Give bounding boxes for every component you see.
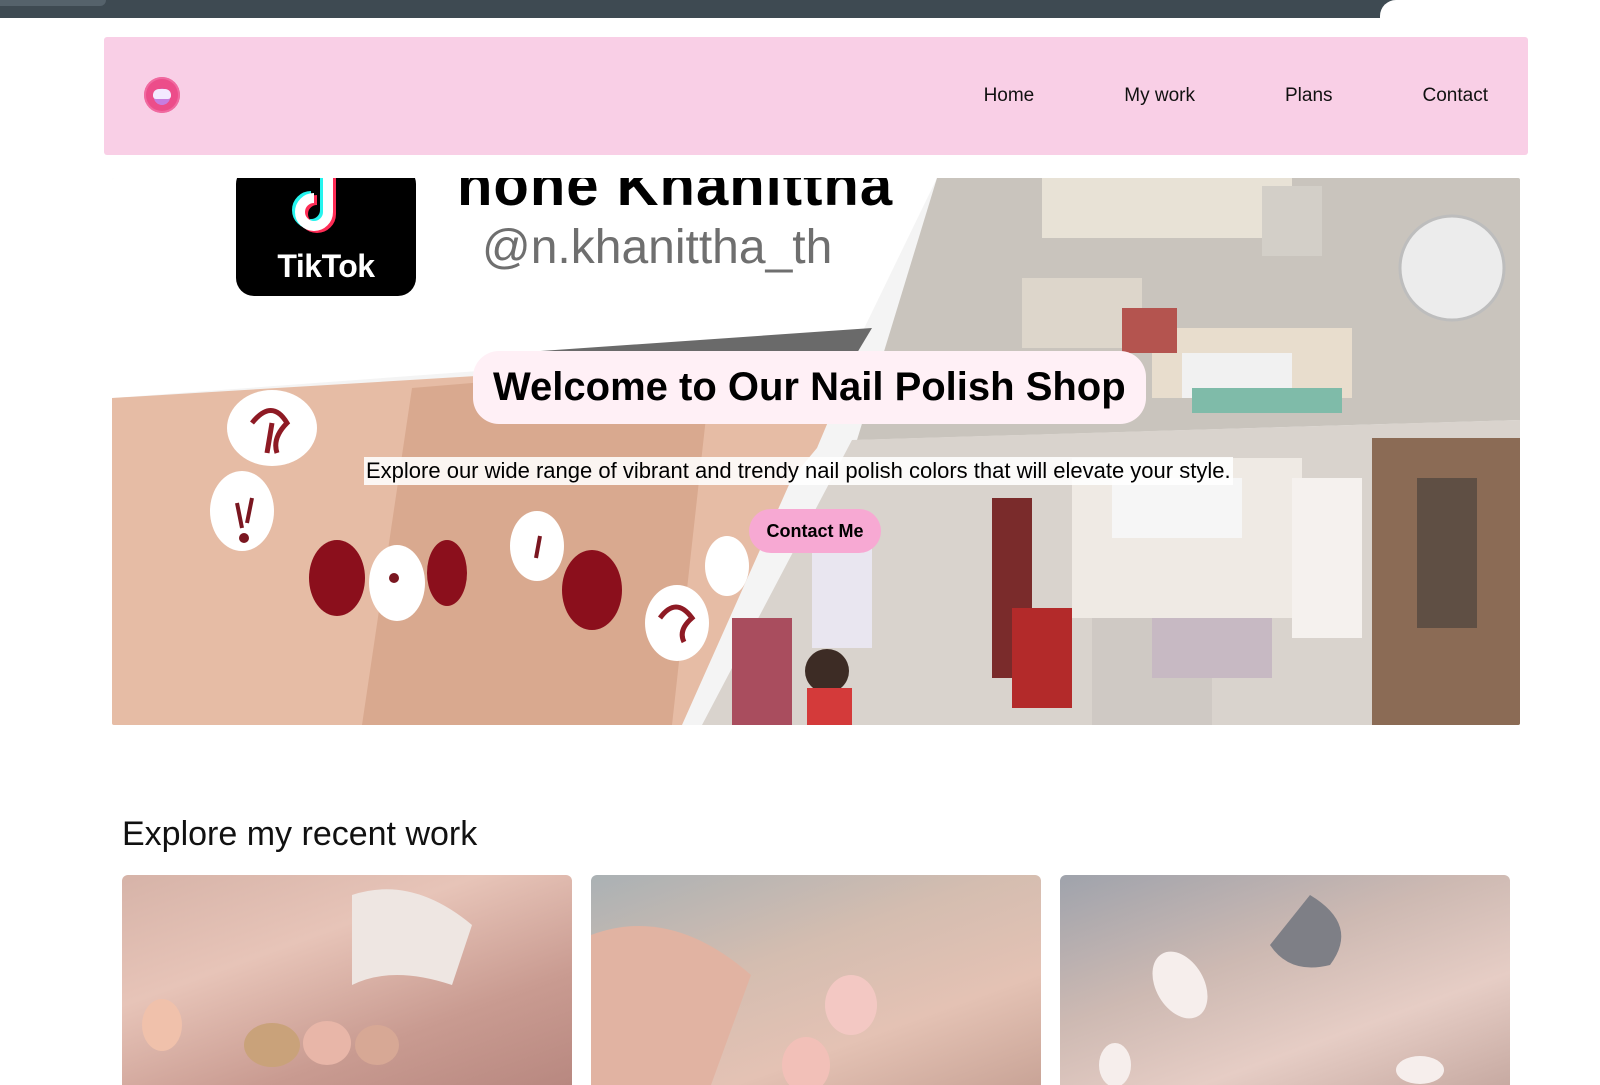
nav-my-work[interactable]: My work <box>1124 85 1195 107</box>
nav-contact[interactable]: Contact <box>1423 85 1488 107</box>
work-image-2[interactable] <box>591 875 1041 1085</box>
tiktok-handle: @n.khanittha_th <box>482 221 833 274</box>
nail-photo-1 <box>142 889 472 1067</box>
main-nav: Home My work Plans Contact <box>894 37 1488 155</box>
nav-home[interactable]: Home <box>984 85 1035 107</box>
contact-me-button[interactable]: Contact Me <box>749 509 881 553</box>
tiktok-icon <box>292 178 336 233</box>
hero-banner: TikTok none Khanittha @n.khanittha_th We… <box>112 178 1520 725</box>
tiktok-badge: TikTok <box>236 178 416 296</box>
profile-name-cropped: none Khanittha <box>457 178 894 218</box>
recent-work-title: Explore my recent work <box>122 815 478 853</box>
logo-emblem <box>153 89 171 99</box>
browser-tab-stub[interactable] <box>0 0 106 6</box>
nail-photo-3 <box>1099 895 1444 1085</box>
hero-subtitle: Explore our wide range of vibrant and tr… <box>364 457 1233 485</box>
browser-bar-edge <box>1380 0 1600 18</box>
shop-logo-icon[interactable] <box>144 77 180 113</box>
nav-plans[interactable]: Plans <box>1285 85 1333 107</box>
work-image-3[interactable] <box>1060 875 1510 1085</box>
site-header: Home My work Plans Contact <box>104 37 1528 155</box>
browser-top-strip <box>0 0 1600 18</box>
tiktok-wordmark: TikTok <box>277 248 375 284</box>
hero-title: Welcome to Our Nail Polish Shop <box>473 351 1146 424</box>
work-image-1[interactable] <box>122 875 572 1085</box>
nail-photo-2 <box>591 926 877 1085</box>
